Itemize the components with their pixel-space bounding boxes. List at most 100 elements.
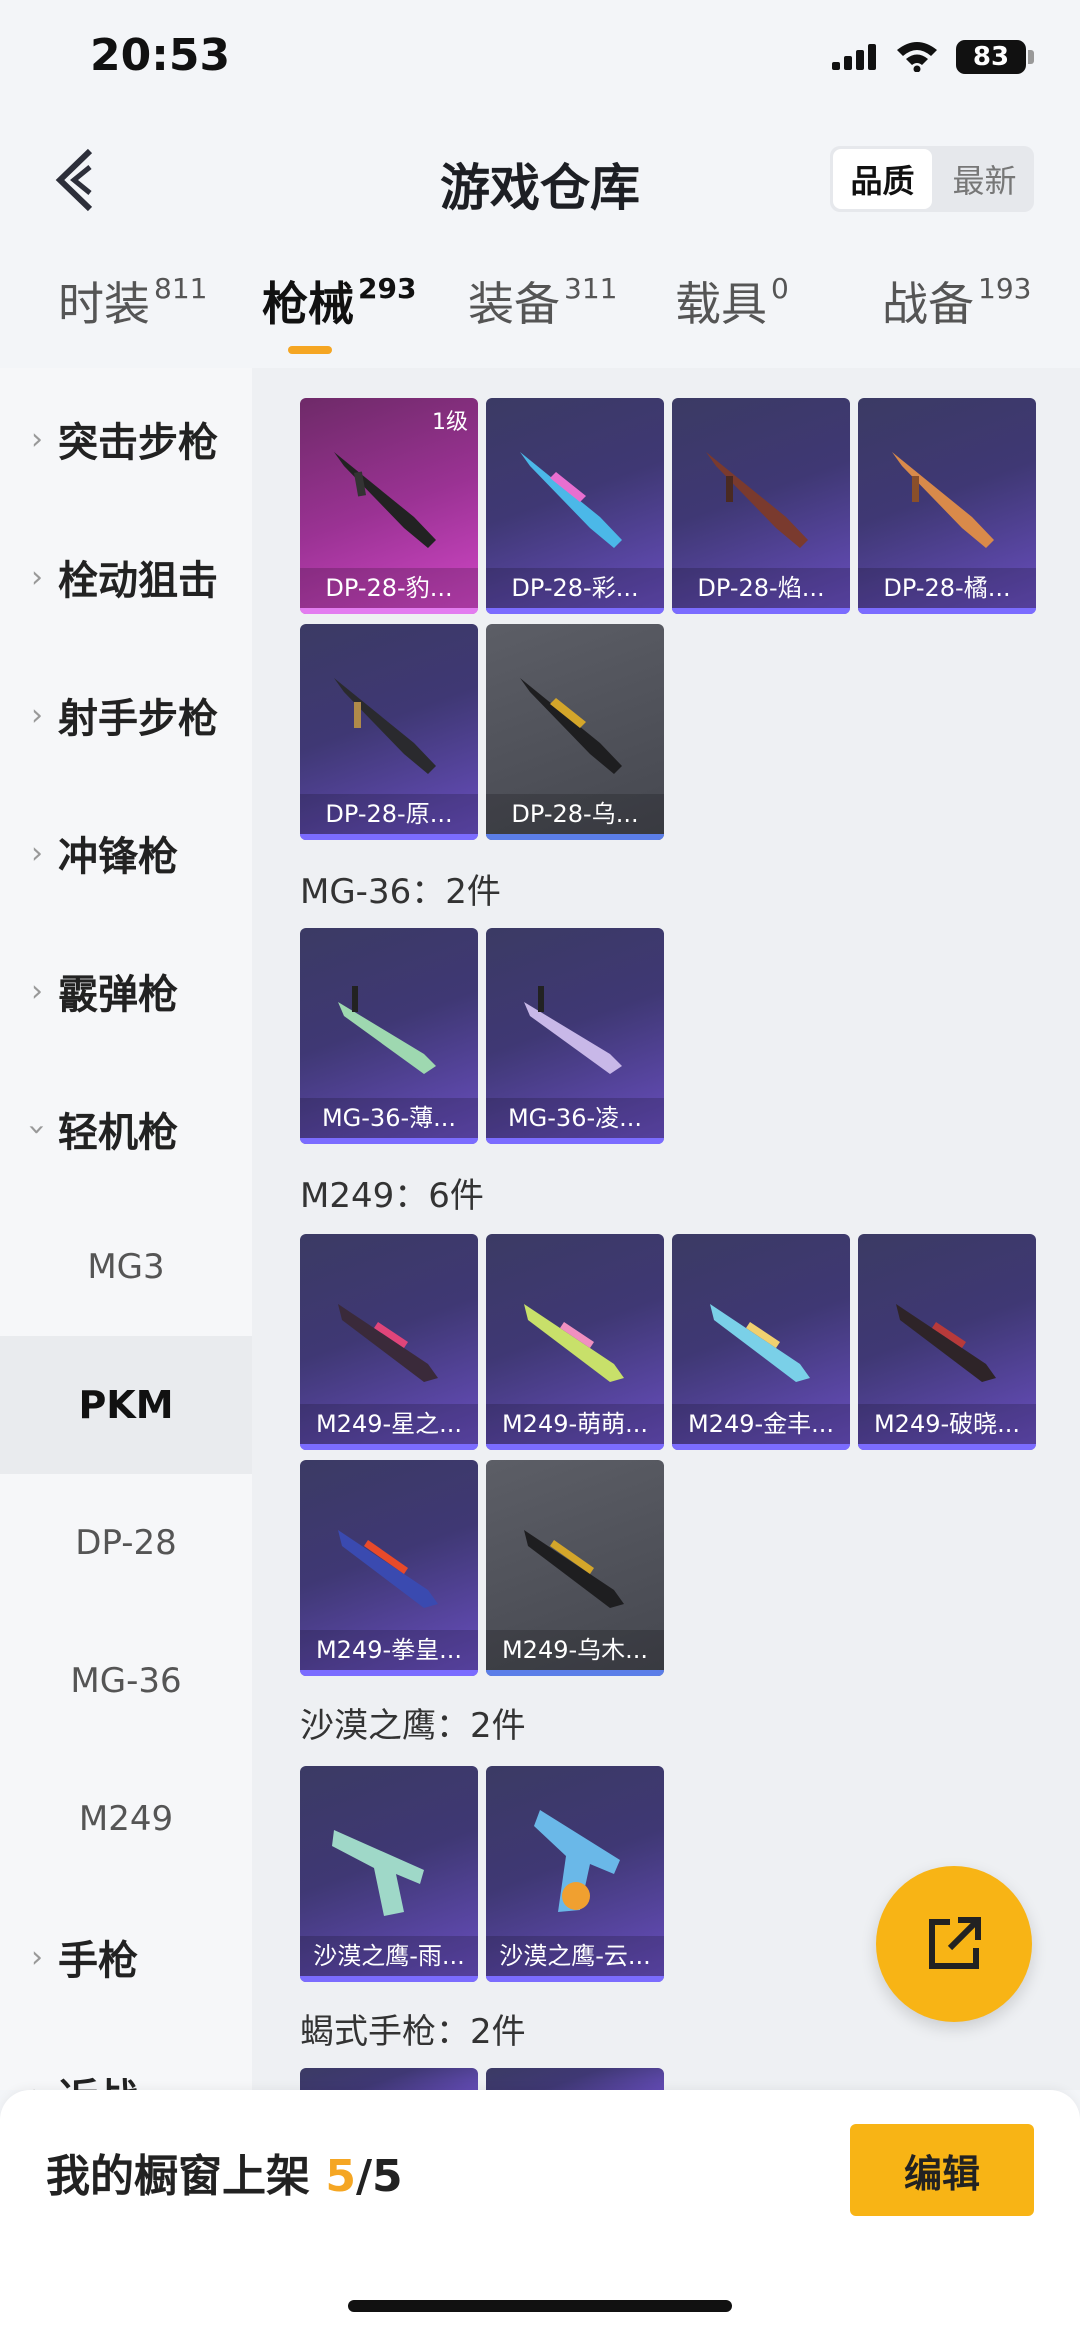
tab-count: 311 <box>564 272 618 305</box>
sidebar-item-label: 冲锋枪 <box>58 834 178 880</box>
sidebar-item-smg[interactable]: › 冲锋枪 <box>0 784 252 922</box>
rarity-bar <box>486 1670 664 1676</box>
tab-label: 装备 <box>468 277 560 331</box>
sidebar-item-lmg[interactable]: › 轻机枪 <box>0 1060 252 1198</box>
chevron-right-icon: › <box>20 2078 54 2091</box>
battery-tip <box>1028 50 1034 64</box>
section-title: M249：6件 <box>300 1176 484 1216</box>
sidebar-item-label: 栓动狙击 <box>58 558 218 604</box>
weapon-card[interactable]: M249-星之... <box>300 1234 478 1450</box>
rarity-bar <box>486 1976 664 1982</box>
rifle-icon <box>334 452 436 548</box>
sort-toggle: 品质 最新 <box>830 146 1034 212</box>
weapon-card[interactable]: MG-36-凌... <box>486 928 664 1144</box>
weapon-card[interactable]: MG-36-薄... <box>300 928 478 1144</box>
weapon-card[interactable]: M249-破晓... <box>858 1234 1036 1450</box>
showcase-label: 我的橱窗上架 <box>46 2151 310 2202</box>
section-title: MG-36：2件 <box>300 872 501 912</box>
rifle-icon <box>338 1530 438 1608</box>
weapon-card[interactable]: M249-金丰... <box>672 1234 850 1450</box>
sort-latest-button[interactable]: 最新 <box>935 146 1034 212</box>
sidebar-item-pistol[interactable]: › 手枪 <box>0 1888 252 2026</box>
weapon-card[interactable]: DP-28-彩... <box>486 398 664 614</box>
weapon-card[interactable] <box>486 2068 664 2090</box>
sidebar-item-shotgun[interactable]: › 霰弹枪 <box>0 922 252 1060</box>
card-name: 沙漠之鹰-云... <box>486 1936 664 1976</box>
rifle-icon <box>520 452 622 548</box>
pistol-icon <box>332 1830 424 1916</box>
chevron-right-icon: › <box>31 835 43 871</box>
rarity-bar <box>858 608 1036 614</box>
tab-count: 293 <box>358 272 417 305</box>
weapon-card[interactable]: DP-28-乌... <box>486 624 664 840</box>
home-indicator[interactable] <box>348 2300 732 2312</box>
weapon-card[interactable]: M249-乌木... <box>486 1460 664 1676</box>
section-title: 蝎式手枪：2件 <box>300 2012 526 2052</box>
section-title: 沙漠之鹰：2件 <box>300 1706 526 1746</box>
rarity-bar <box>300 1976 478 1982</box>
card-name: M249-破晓... <box>858 1404 1036 1444</box>
weapon-card[interactable] <box>300 2068 478 2090</box>
sort-quality-button[interactable]: 品质 <box>833 149 932 209</box>
tab-label: 战备 <box>882 277 974 331</box>
sidebar-sub-item[interactable]: M249 <box>0 1750 252 1888</box>
card-name: DP-28-原... <box>300 794 478 834</box>
tab-label: 枪械 <box>262 277 354 331</box>
weapon-card[interactable]: M249-拳皇... <box>300 1460 478 1676</box>
tab-equipment[interactable]: 装备 311 <box>468 268 617 334</box>
rarity-bar <box>672 608 850 614</box>
item-grid: 1级 DP-28-豹... DP-28-彩... DP-28-焰... DP-2… <box>252 368 1080 2090</box>
rarity-bar <box>672 1444 850 1450</box>
sidebar-item-marksman-rifle[interactable]: › 射手步枪 <box>0 646 252 784</box>
sidebar-sub-item[interactable]: MG3 <box>0 1198 252 1336</box>
chevron-right-icon: › <box>31 697 43 733</box>
external-link-icon <box>929 1917 981 1969</box>
rifle-icon <box>896 1304 996 1382</box>
rarity-bar <box>300 1444 478 1450</box>
sidebar-item-assault-rifle[interactable]: › 突击步枪 <box>0 370 252 508</box>
sidebar-sub-item-active[interactable]: PKM <box>0 1336 252 1474</box>
sidebar-item-label: 射手步枪 <box>58 696 218 742</box>
rifle-icon <box>338 986 436 1074</box>
card-name: MG-36-薄... <box>300 1098 478 1138</box>
weapon-card[interactable]: DP-28-橘... <box>858 398 1036 614</box>
rifle-icon <box>710 1304 810 1382</box>
weapon-card[interactable]: DP-28-焰... <box>672 398 850 614</box>
showcase-total-count: /5 <box>355 2151 403 2202</box>
sidebar-item-melee[interactable]: › 近战 <box>0 2026 252 2090</box>
weapon-card[interactable]: 1级 DP-28-豹... <box>300 398 478 614</box>
level-badge: 1级 <box>432 410 468 435</box>
chevron-right-icon: › <box>31 559 43 595</box>
weapon-card[interactable]: 沙漠之鹰-云... <box>486 1766 664 1982</box>
tab-fashion[interactable]: 时装 811 <box>58 268 207 334</box>
card-name: DP-28-豹... <box>300 568 478 608</box>
card-name: DP-28-焰... <box>672 568 850 608</box>
tab-supplies[interactable]: 战备 193 <box>882 268 1031 334</box>
sidebar-item-bolt-sniper[interactable]: › 栓动狙击 <box>0 508 252 646</box>
battery-indicator: 83 <box>956 40 1026 74</box>
weapon-card[interactable]: DP-28-原... <box>300 624 478 840</box>
rifle-icon <box>338 1304 438 1382</box>
cellular-signal-icon <box>832 44 876 70</box>
sidebar-item-label: 轻机枪 <box>58 1110 178 1156</box>
sidebar-sub-item[interactable]: DP-28 <box>0 1474 252 1612</box>
chevron-down-icon: › <box>19 1123 55 1135</box>
tab-count: 811 <box>154 272 208 305</box>
weapon-card[interactable]: 沙漠之鹰-雨... <box>300 1766 478 1982</box>
tab-label: 时装 <box>58 277 150 331</box>
card-name: M249-金丰... <box>672 1404 850 1444</box>
rarity-bar <box>300 1138 478 1144</box>
tab-count: 0 <box>771 272 789 305</box>
status-bar: 20:53 83 <box>0 0 1080 120</box>
edit-button[interactable]: 编辑 <box>850 2124 1034 2216</box>
weapon-card[interactable]: M249-萌萌... <box>486 1234 664 1450</box>
sidebar-item-label: 近战 <box>58 2066 138 2090</box>
card-name: M249-拳皇... <box>300 1630 478 1670</box>
rarity-bar <box>300 834 478 840</box>
sidebar-sub-item[interactable]: MG-36 <box>0 1612 252 1750</box>
tab-guns[interactable]: 枪械 293 <box>262 268 416 334</box>
share-button[interactable] <box>876 1866 1032 2022</box>
tab-vehicles[interactable]: 载具 0 <box>675 268 789 334</box>
pistol-icon <box>534 1810 620 1912</box>
rifle-icon <box>524 986 622 1074</box>
